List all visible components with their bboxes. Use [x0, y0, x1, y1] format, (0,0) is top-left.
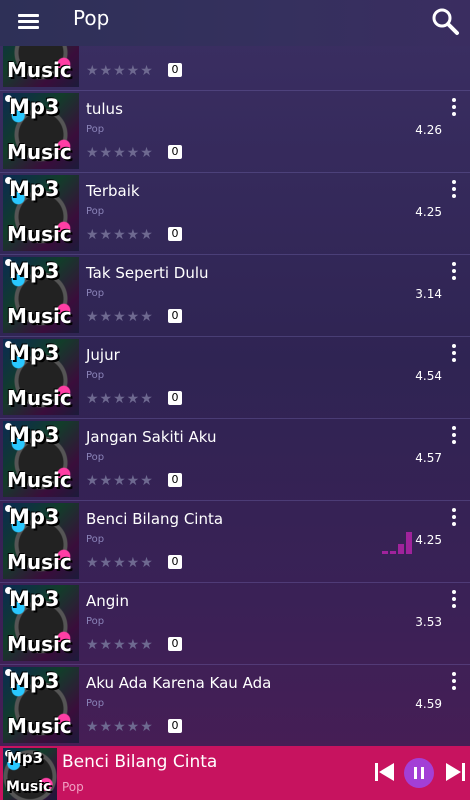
rating-stars[interactable]: ★★★★★ — [86, 227, 154, 243]
song-genre: Pop — [86, 698, 105, 709]
rating-count: 0 — [168, 637, 182, 651]
rating-stars[interactable]: ★★★★★ — [86, 309, 154, 325]
album-art: Mp3 Music — [3, 503, 79, 579]
rating-count: 0 — [168, 473, 182, 487]
more-options-icon[interactable] — [448, 672, 460, 692]
page-title: Pop — [73, 6, 110, 30]
song-genre: Pop — [86, 288, 105, 299]
song-title: Tak Seperti Dulu — [86, 264, 209, 282]
more-options-icon[interactable] — [448, 508, 460, 528]
more-options-icon[interactable] — [448, 262, 460, 282]
rating-stars[interactable]: ★★★★★ — [86, 555, 154, 571]
song-row[interactable]: Mp3 Music Benci Bilang Cinta Pop ★★★★★ 0… — [0, 500, 470, 583]
next-icon[interactable] — [445, 762, 467, 786]
song-rating: 4.25 — [415, 205, 442, 219]
song-row[interactable]: Mp3 Music Terbaik Pop ★★★★★ 0 4.25 — [0, 172, 470, 255]
song-rating: 3.53 — [415, 615, 442, 629]
song-rating: 4.59 — [415, 697, 442, 711]
song-rating: 4.57 — [415, 451, 442, 465]
more-options-icon[interactable] — [448, 180, 460, 200]
rating-count: 0 — [168, 555, 182, 569]
rating-count: 0 — [168, 145, 182, 159]
player-title: Benci Bilang Cinta — [62, 752, 218, 772]
song-title: Terbaik — [86, 182, 140, 200]
mini-player[interactable]: Mp3 Music Benci Bilang Cinta Pop — [0, 746, 470, 800]
song-genre: Pop — [86, 370, 105, 381]
song-genre: Pop — [86, 124, 105, 135]
previous-icon[interactable] — [374, 762, 396, 786]
song-row[interactable]: Mp3 Music ★★★★★ 0 — [0, 46, 470, 91]
song-title: Angin — [86, 592, 129, 610]
hamburger-menu-icon[interactable] — [18, 11, 42, 33]
rating-stars[interactable]: ★★★★★ — [86, 473, 154, 489]
album-art: Mp3 Music — [3, 257, 79, 333]
song-genre: Pop — [86, 452, 105, 463]
album-art: Mp3 Music — [3, 339, 79, 415]
album-art: Mp3 Music — [3, 585, 79, 661]
rating-count: 0 — [168, 719, 182, 733]
song-title: Jangan Sakiti Aku — [86, 428, 217, 446]
song-row[interactable]: Mp3 Music Jujur Pop ★★★★★ 0 4.54 — [0, 336, 470, 419]
song-title: Jujur — [86, 346, 120, 364]
rating-count: 0 — [168, 391, 182, 405]
song-list[interactable]: Mp3 Music ★★★★★ 0 Mp3 Music tulus Pop ★★… — [0, 46, 470, 746]
song-genre: Pop — [86, 206, 105, 217]
rating-stars[interactable]: ★★★★★ — [86, 391, 154, 407]
album-art: Mp3 Music — [3, 748, 57, 800]
song-row[interactable]: Mp3 Music Aku Ada Karena Kau Ada Pop ★★★… — [0, 664, 470, 746]
album-art: Mp3 Music — [3, 175, 79, 251]
rating-stars[interactable]: ★★★★★ — [86, 145, 154, 161]
song-genre: Pop — [86, 616, 105, 627]
rating-count: 0 — [168, 227, 182, 241]
song-row[interactable]: Mp3 Music Tak Seperti Dulu Pop ★★★★★ 0 3… — [0, 254, 470, 337]
more-options-icon[interactable] — [448, 590, 460, 610]
album-art: Mp3 Music — [3, 421, 79, 497]
rating-count: 0 — [168, 309, 182, 323]
song-title: Aku Ada Karena Kau Ada — [86, 674, 272, 692]
rating-stars[interactable]: ★★★★★ — [86, 63, 154, 79]
song-rating: 4.54 — [415, 369, 442, 383]
song-row[interactable]: Mp3 Music Angin Pop ★★★★★ 0 3.53 — [0, 582, 470, 665]
album-art: Mp3 Music — [3, 667, 79, 743]
search-icon[interactable] — [430, 6, 460, 36]
more-options-icon[interactable] — [448, 98, 460, 118]
song-row[interactable]: Mp3 Music Jangan Sakiti Aku Pop ★★★★★ 0 … — [0, 418, 470, 501]
rating-stars[interactable]: ★★★★★ — [86, 719, 154, 735]
pause-icon[interactable] — [404, 758, 434, 792]
song-genre: Pop — [86, 534, 105, 545]
song-row[interactable]: Mp3 Music tulus Pop ★★★★★ 0 4.26 — [0, 90, 470, 173]
app-bar: Pop — [0, 0, 470, 46]
song-title: tulus — [86, 100, 123, 118]
player-genre: Pop — [62, 780, 84, 794]
more-options-icon[interactable] — [448, 426, 460, 446]
more-options-icon[interactable] — [448, 344, 460, 364]
song-rating: 4.26 — [415, 123, 442, 137]
rating-stars[interactable]: ★★★★★ — [86, 637, 154, 653]
album-art: Mp3 Music — [3, 46, 79, 87]
song-rating: 3.14 — [415, 287, 442, 301]
album-art: Mp3 Music — [3, 93, 79, 169]
playing-indicator-icon — [382, 532, 412, 554]
rating-count: 0 — [168, 63, 182, 77]
song-title: Benci Bilang Cinta — [86, 510, 224, 528]
